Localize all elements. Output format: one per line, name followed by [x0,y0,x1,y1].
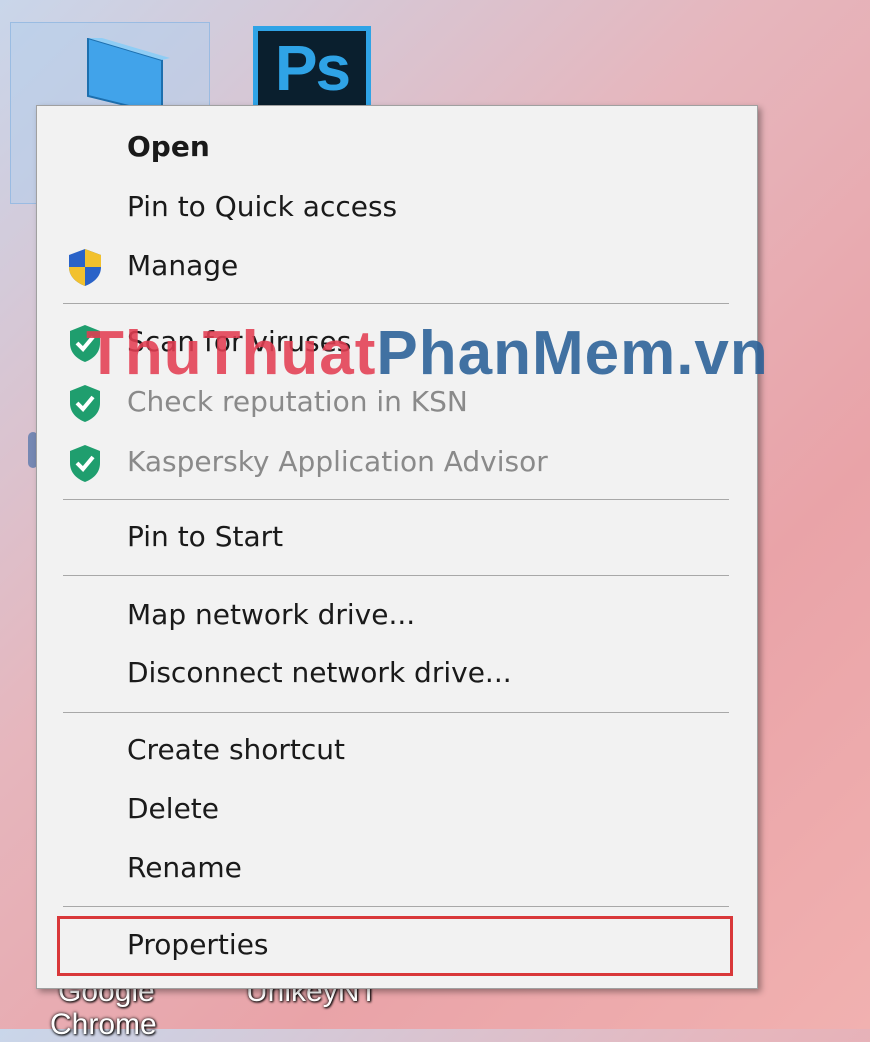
menu-item-map-network-drive[interactable]: Map network drive... [37,586,757,642]
menu-item-scan-viruses[interactable]: Scan for viruses [37,313,757,369]
google-chrome-label-line2: Chrome [50,1008,157,1041]
kaspersky-shield-icon [70,445,100,482]
menu-item-label: Delete [127,791,219,825]
uac-shield-icon [69,249,101,286]
menu-separator [63,712,729,713]
menu-separator [63,906,729,907]
menu-item-label: Scan for viruses [127,324,352,358]
this-pc-icon [87,38,170,114]
menu-item-label: Create shortcut [127,732,346,766]
menu-separator [63,499,729,500]
menu-item-label: Rename [127,850,242,884]
menu-item-check-reputation[interactable]: Check reputation in KSN [37,373,757,429]
menu-item-label: Open [127,129,210,163]
properties-highlight-box [57,916,733,976]
menu-item-open[interactable]: Open [37,118,757,174]
photoshop-icon[interactable]: Ps [253,26,371,112]
menu-separator [63,303,729,304]
menu-item-label: Pin to Quick access [127,189,398,223]
menu-item-label: Check reputation in KSN [127,384,468,418]
menu-item-label: Kaspersky Application Advisor [127,444,548,478]
menu-item-delete[interactable]: Delete [37,780,757,836]
menu-item-pin-quick-access[interactable]: Pin to Quick access [37,178,757,234]
menu-item-disconnect-network-drive[interactable]: Disconnect network drive... [37,644,757,700]
context-menu: Open Pin to Quick access Manage Scan for… [36,105,758,989]
menu-item-create-shortcut[interactable]: Create shortcut [37,721,757,777]
menu-item-rename[interactable]: Rename [37,839,757,895]
kaspersky-shield-icon [70,385,100,422]
menu-item-pin-start[interactable]: Pin to Start [37,508,757,564]
menu-item-label: Map network drive... [127,597,416,631]
menu-separator [63,575,729,576]
menu-item-kaspersky-advisor[interactable]: Kaspersky Application Advisor [37,433,757,489]
menu-item-manage[interactable]: Manage [37,237,757,293]
menu-item-label: Manage [127,248,239,282]
menu-item-label: Disconnect network drive... [127,655,512,689]
kaspersky-shield-icon [70,325,100,362]
menu-item-label: Pin to Start [127,519,284,553]
